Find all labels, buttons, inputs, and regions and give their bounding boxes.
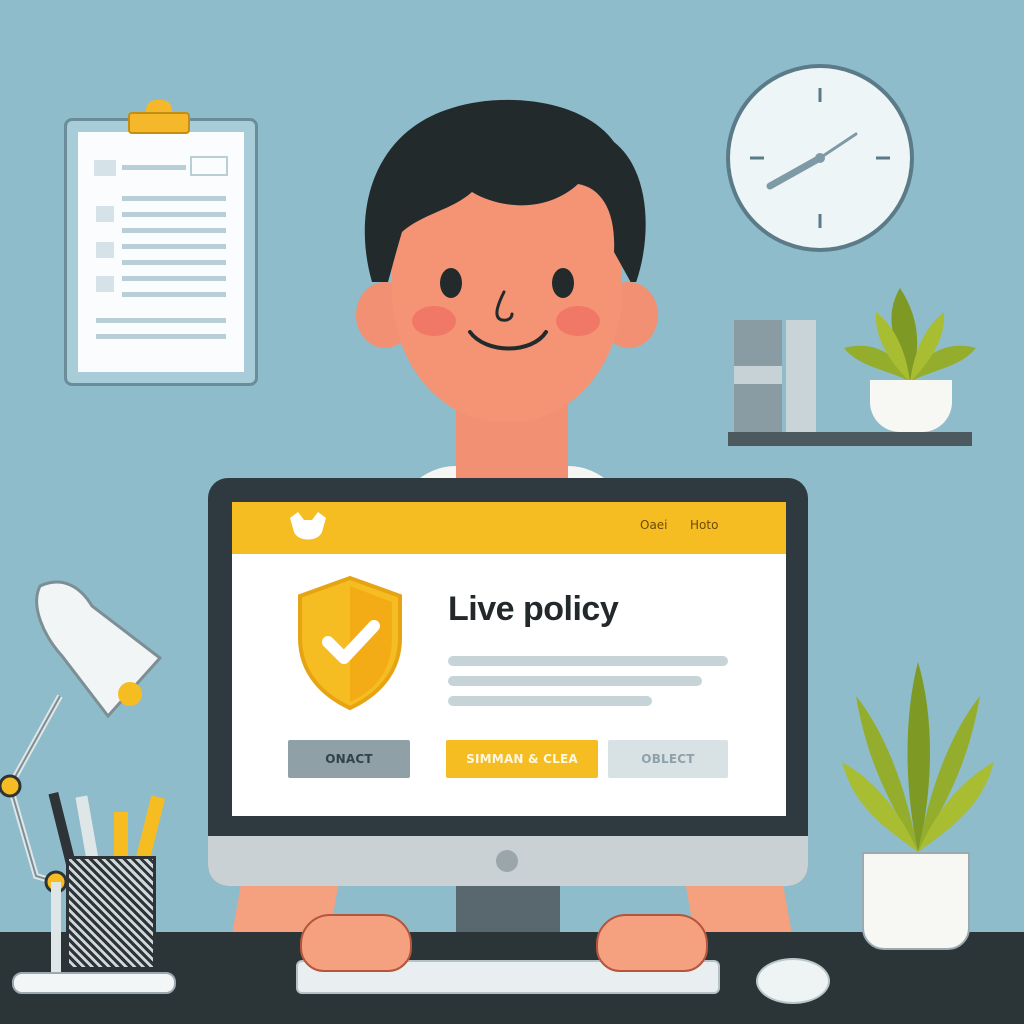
page-title: Live policy	[448, 590, 619, 628]
hair	[364, 100, 646, 282]
clipboard-line	[122, 228, 226, 233]
plant-icon	[842, 662, 994, 852]
clipboard-clasp	[128, 112, 190, 134]
book-band	[734, 366, 782, 384]
clipboard-line	[122, 292, 226, 297]
clipboard-box	[96, 242, 114, 258]
text-placeholder	[448, 676, 702, 686]
plant-pot	[870, 380, 952, 432]
cat-logo-icon[interactable]	[284, 510, 332, 546]
clipboard-line	[122, 276, 226, 281]
pencil-cup	[66, 856, 156, 970]
text-placeholder	[448, 696, 652, 706]
clipboard-box	[96, 276, 114, 292]
clipboard-line	[122, 196, 226, 201]
wall-clock-icon	[726, 64, 914, 252]
right-hand	[596, 914, 708, 972]
onact-button[interactable]: ONACT	[288, 740, 410, 778]
clipboard-line	[122, 260, 226, 265]
left-cheek	[412, 306, 456, 336]
clipboard-box	[96, 206, 114, 222]
text-placeholder	[448, 656, 728, 666]
oblect-button[interactable]: OBLECT	[608, 740, 728, 778]
nose-and-smile	[468, 290, 548, 351]
shelf-board	[728, 432, 972, 446]
clipboard-line	[96, 318, 226, 323]
clipboard-line	[122, 244, 226, 249]
clipboard-line	[96, 334, 226, 339]
nav-link-2[interactable]: Hoto	[690, 518, 718, 532]
book	[786, 320, 816, 432]
simman-clea-button[interactable]: SIMMAN & CLEA	[446, 740, 598, 778]
left-hand	[300, 914, 412, 972]
plant-icon	[844, 288, 976, 382]
plant-pot	[862, 852, 970, 950]
lamp-base	[12, 972, 176, 994]
mouse-icon	[756, 958, 830, 1004]
clipboard-line	[122, 212, 226, 217]
nav-link-1[interactable]: Oaei	[640, 518, 668, 532]
clipboard-box	[190, 156, 228, 176]
clipboard-line	[122, 165, 186, 170]
power-button-icon	[496, 850, 518, 872]
shield-check-icon	[298, 575, 402, 711]
clipboard-box	[94, 160, 116, 176]
